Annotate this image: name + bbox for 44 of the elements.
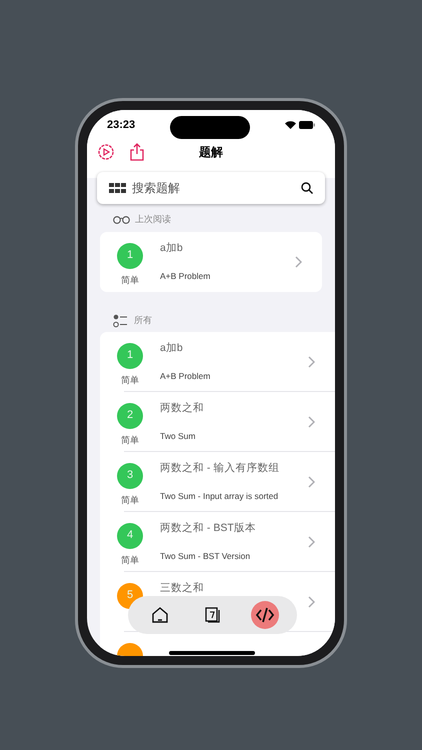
code-icon	[254, 606, 275, 624]
difficulty-label: 简单	[121, 274, 139, 286]
chevron-icon	[308, 416, 315, 428]
number-badge: 4	[117, 522, 143, 548]
problem-subtitle: Two Sum - BST Version	[160, 550, 252, 562]
checklist-icon	[113, 314, 129, 328]
section-label: 上次阅读	[135, 213, 171, 226]
section-label: 所有	[134, 314, 152, 327]
difficulty-label: 简单	[121, 374, 139, 386]
chevron-icon	[308, 356, 315, 368]
problem-subtitle: Two Sum - Input array is sorted	[160, 490, 280, 502]
chevron-icon	[308, 596, 315, 608]
wifi-icon	[285, 121, 296, 129]
grid-icon	[109, 183, 126, 193]
problem-subtitle: A+B Problem	[160, 270, 212, 282]
battery-icon	[299, 121, 315, 129]
difficulty-label: 简单	[121, 494, 139, 506]
problem-title: a加b	[160, 240, 184, 256]
difficulty-label: 简单	[121, 554, 139, 566]
chevron-icon	[308, 536, 315, 548]
problem-title: 三数之和	[160, 580, 205, 596]
notes-icon	[203, 606, 222, 624]
number-badge: 2	[117, 402, 143, 428]
problem-title: 两数之和 - BST版本	[160, 520, 257, 536]
chevron-icon	[295, 256, 302, 268]
problem-title: 两数之和 - 输入有序数组	[160, 460, 280, 476]
search-field[interactable]: 搜索题解	[97, 172, 325, 204]
chevron-icon	[308, 476, 315, 488]
search-icon	[301, 182, 313, 194]
problem-subtitle: Two Sum	[160, 430, 196, 442]
tab-button[interactable]	[250, 601, 279, 629]
status-time: 23:23	[107, 118, 136, 133]
share-icon[interactable]	[129, 143, 145, 161]
difficulty-label: 简单	[121, 434, 139, 446]
page-title: 题解	[199, 144, 223, 161]
problem-title: a加b	[160, 340, 184, 356]
problem-title: 两数之和	[160, 400, 205, 416]
search-placeholder: 搜索题解	[132, 180, 181, 197]
number-badge: 3	[117, 462, 143, 488]
problem-subtitle: A+B Problem	[160, 370, 212, 382]
number-badge: 1	[117, 342, 143, 368]
number-badge: 1	[117, 242, 143, 268]
glasses-icon	[113, 215, 130, 224]
home-icon	[151, 606, 170, 624]
